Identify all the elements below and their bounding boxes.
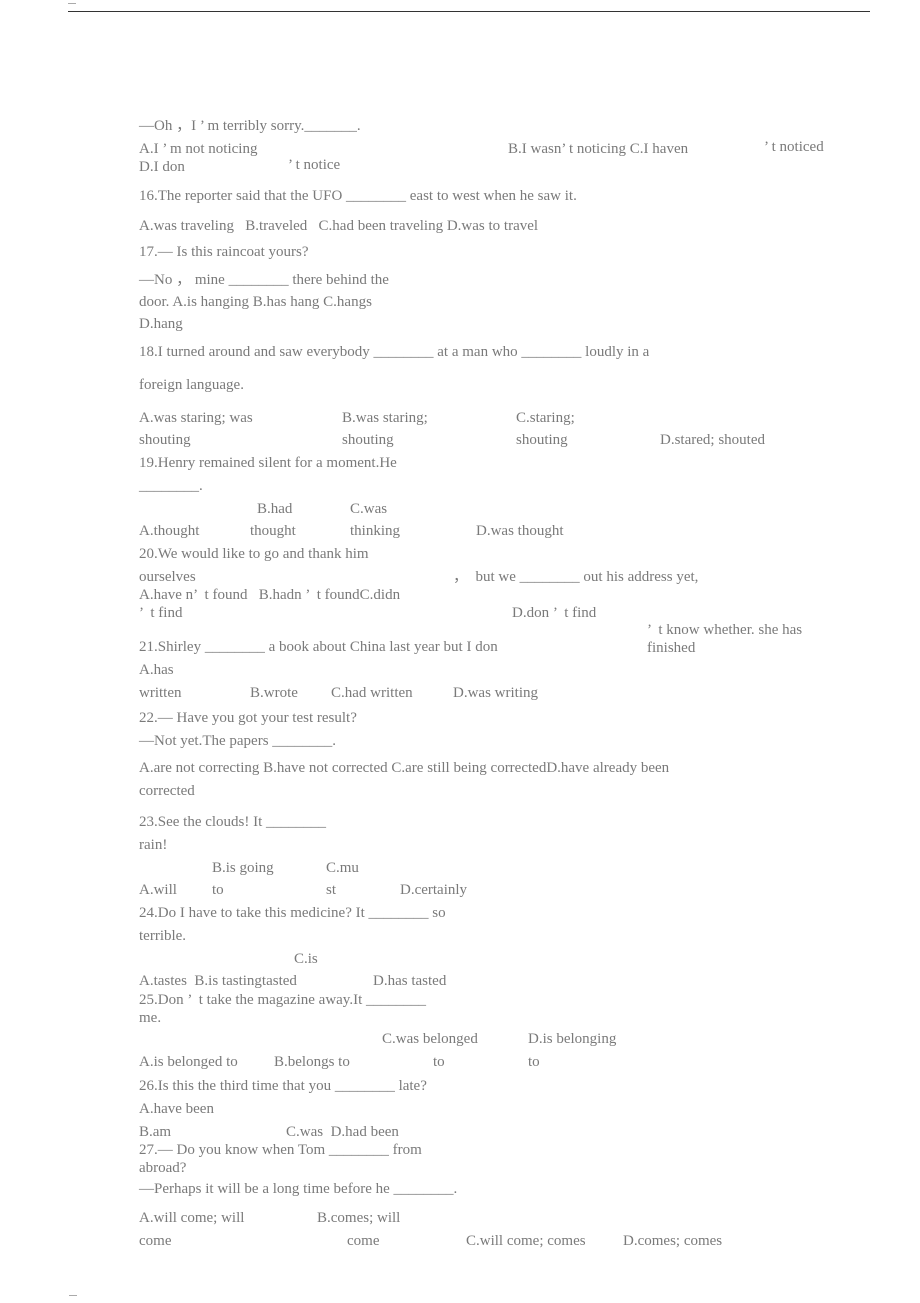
text-line: D.hang [139,316,183,332]
text-line: —Not yet.The papers ________. [139,733,337,749]
text-line: A.is belonged to [139,1054,238,1070]
text-line: shouting [516,432,568,448]
text-line: A.thought [139,523,200,539]
text-line: A.will [139,882,177,898]
text-line: to [528,1054,540,1070]
text-line: come [347,1233,380,1249]
text-line: —No ， mine ________ there behind the [139,272,389,288]
text-line: to [433,1054,445,1070]
text-line: C.is [294,951,318,967]
text-line: A.will come; will [139,1210,245,1226]
text-line: to [212,882,224,898]
text-line: C.was [350,501,388,517]
text-line: D.stared; shouted [660,432,765,448]
text-line: foreign language. [139,377,244,393]
text-line: me. [139,1010,162,1026]
text-line: A.I ’ m not noticing [139,141,258,157]
text-line: C.had written [331,685,413,701]
text-line: —Oh ，I ’ m terribly sorry._______. [139,118,361,134]
text-line: 16.The reporter said that the UFO ______… [139,188,577,204]
text-line: B.belongs to [274,1054,350,1070]
text-line: A.have n’ t found B.hadn ’ t foundC.didn [139,587,401,603]
text-line: D.has tasted [373,973,447,989]
text-line: A.are not correcting B.have not correcte… [139,760,670,776]
text-line: D.don ’ t find [512,605,597,621]
header-rule [68,11,870,12]
text-line: B.had [257,501,293,517]
text-line: B.comes; will [317,1210,401,1226]
text-line: D.I don [139,159,185,175]
text-line: ， but we ________ out his address yet, [453,569,699,585]
text-line: corrected [139,783,195,799]
text-line: D.comes; comes [623,1233,723,1249]
text-line: 21.Shirley ________ a book about China l… [139,639,498,655]
footer-mark [69,1295,77,1296]
text-line: 25.Don ’ t take the magazine away.It ___… [139,992,426,1008]
text-line: —Perhaps it will be a long time before h… [139,1181,458,1197]
text-line: written [139,685,182,701]
text-line: thought [250,523,296,539]
text-line: ’ t find [139,605,183,621]
header-mark [68,3,76,4]
text-line: 22.— Have you got your test result? [139,710,357,726]
text-line: A.was traveling B.traveled C.had been tr… [139,218,539,234]
text-line: 26.Is this the third time that you _____… [139,1078,427,1094]
text-line: C.will come; comes [466,1233,586,1249]
text-line: B.am [139,1124,172,1140]
text-line: ’ t notice [288,157,341,173]
text-line: 19.Henry remained silent for a moment.He [139,455,397,471]
text-line: A.have been [139,1101,214,1117]
text-line: shouting [342,432,394,448]
text-line: C.staring; [516,410,575,426]
text-line: terrible. [139,928,187,944]
text-line: B.is going [212,860,274,876]
text-line: come [139,1233,172,1249]
text-line: A.tastes B.is tastingtasted [139,973,297,989]
text-line: 23.See the clouds! It ________ [139,814,327,830]
text-line: C.was D.had been [286,1124,399,1140]
text-line: B.I wasn’ t noticing C.I haven [508,141,689,157]
text-line: ’ t noticed [764,139,824,155]
text-line: A.was staring; was [139,410,253,426]
text-line: ________. [139,478,203,494]
text-line: door. A.is hanging B.has hang C.hangs [139,294,372,310]
text-line: finished [647,640,696,656]
text-line: 20.We would like to go and thank him [139,546,369,562]
text-line: A.has [139,662,174,678]
text-line: D.was writing [453,685,538,701]
text-line: 18.I turned around and saw everybody ___… [139,344,650,360]
text-line: C.was belonged [382,1031,478,1047]
text-line: 27.— Do you know when Tom ________ from [139,1142,422,1158]
text-line: D.certainly [400,882,468,898]
text-line: rain! [139,837,168,853]
text-line: thinking [350,523,401,539]
text-line: B.was staring; [342,410,428,426]
text-line: st [326,882,337,898]
text-line: D.is belonging [528,1031,617,1047]
text-line: shouting [139,432,191,448]
text-line: ourselves [139,569,196,585]
text-line: 24.Do I have to take this medicine? It _… [139,905,446,921]
text-line: abroad? [139,1160,187,1176]
text-line: ’ t know whether. she has [647,622,803,638]
text-line: D.was thought [476,523,564,539]
text-line: 17.— Is this raincoat yours? [139,244,309,260]
text-line: B.wrote [250,685,298,701]
text-line: C.mu [326,860,359,876]
